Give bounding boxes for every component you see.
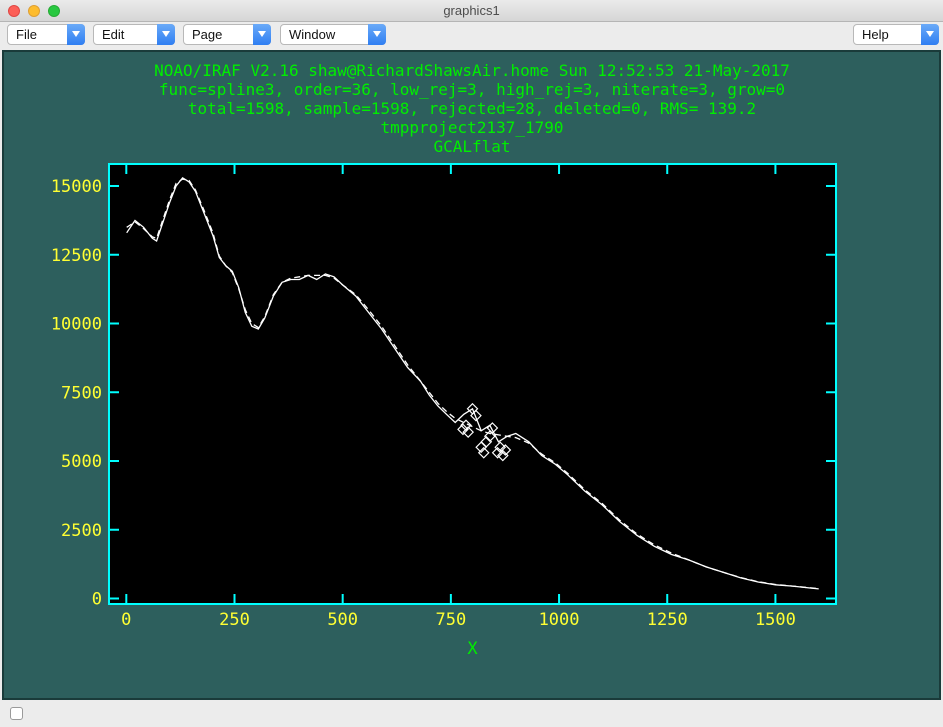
- fit-plot[interactable]: NOAO/IRAF V2.16 shaw@RichardShawsAir.hom…: [4, 52, 939, 698]
- x-axis-label: X: [467, 639, 478, 659]
- x-tick-label: 250: [219, 610, 250, 630]
- window-menu-label: Window: [289, 27, 336, 42]
- chevron-down-icon: [67, 24, 85, 45]
- help-menu-label: Help: [862, 27, 889, 42]
- header-line-0: NOAO/IRAF V2.16 shaw@RichardShawsAir.hom…: [154, 61, 790, 80]
- edit-menu[interactable]: Edit: [93, 24, 175, 45]
- header-line-2: total=1598, sample=1598, rejected=28, de…: [188, 99, 756, 118]
- page-menu[interactable]: Page: [183, 24, 271, 45]
- y-tick-label: 15000: [51, 177, 102, 197]
- plot-area: [109, 164, 836, 604]
- header-line-4: GCALflat: [433, 137, 510, 156]
- x-tick-label: 1500: [755, 610, 796, 630]
- y-tick-label: 7500: [61, 383, 102, 403]
- window-title: graphics1: [443, 3, 500, 18]
- x-tick-label: 1000: [539, 610, 580, 630]
- chevron-down-icon: [253, 24, 271, 45]
- chevron-down-icon: [368, 24, 386, 45]
- x-tick-label: 0: [121, 610, 131, 630]
- y-tick-label: 10000: [51, 315, 102, 335]
- y-tick-label: 0: [92, 590, 102, 610]
- title-bar: graphics1: [0, 0, 943, 22]
- status-bar: [0, 701, 943, 727]
- y-tick-label: 12500: [51, 246, 102, 266]
- chevron-down-icon: [921, 24, 939, 45]
- y-tick-label: 2500: [61, 521, 102, 541]
- file-menu-label: File: [16, 27, 37, 42]
- edit-menu-label: Edit: [102, 27, 125, 42]
- menu-bar: File Edit Page Window Help: [0, 22, 943, 49]
- graphics-canvas[interactable]: NOAO/IRAF V2.16 shaw@RichardShawsAir.hom…: [2, 50, 941, 700]
- window-menu[interactable]: Window: [280, 24, 386, 45]
- x-tick-label: 500: [327, 610, 358, 630]
- header-line-1: func=spline3, order=36, low_rej=3, high_…: [159, 80, 785, 99]
- page-menu-label: Page: [192, 27, 223, 42]
- x-tick-label: 750: [436, 610, 467, 630]
- plot-header: NOAO/IRAF V2.16 shaw@RichardShawsAir.hom…: [154, 61, 790, 156]
- x-tick-label: 1250: [647, 610, 688, 630]
- y-tick-label: 5000: [61, 452, 102, 472]
- status-checkbox[interactable]: [10, 707, 23, 720]
- chevron-down-icon: [157, 24, 175, 45]
- help-menu[interactable]: Help: [853, 24, 939, 45]
- header-line-3: tmpproject2137_1790: [380, 118, 563, 137]
- file-menu[interactable]: File: [7, 24, 85, 45]
